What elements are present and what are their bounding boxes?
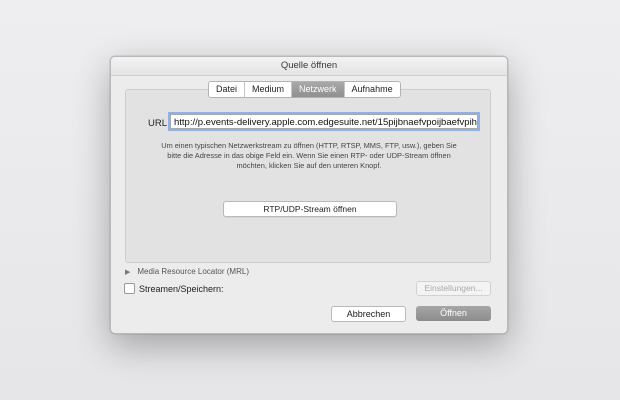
window-title: Quelle öffnen [111,57,507,76]
tab-datei[interactable]: Datei [209,82,246,97]
mrl-disclosure[interactable]: ▶ Media Resource Locator (MRL) [125,267,249,276]
tab-netzwerk[interactable]: Netzwerk [292,82,345,97]
url-input[interactable]: http://p.events-delivery.apple.com.edges… [170,114,478,129]
tab-medium[interactable]: Medium [245,82,293,97]
help-text-line-1: Um einen typischen Netzwerkstream zu öff… [161,141,457,150]
help-text-line-3: möchten, klicken Sie auf den unteren Kno… [236,161,382,170]
stream-save-row: Streamen/Speichern: [124,283,224,294]
url-label: URL [148,118,168,129]
tab-bar: Datei Medium Netzwerk Aufnahme [208,81,401,98]
cancel-button[interactable]: Abbrechen [331,306,406,322]
tab-aufnahme[interactable]: Aufnahme [344,82,400,97]
network-panel: URL http://p.events-delivery.apple.com.e… [125,89,491,263]
help-text-line-2: bitte die Adresse in das obige Feld ein.… [167,151,451,160]
help-text: Um einen typischen Netzwerkstream zu öff… [144,141,474,171]
rtp-udp-stream-button[interactable]: RTP/UDP-Stream öffnen [223,201,397,217]
open-button[interactable]: Öffnen [416,306,491,321]
open-source-dialog: Quelle öffnen Datei Medium Netzwerk Aufn… [110,56,508,334]
settings-button[interactable]: Einstellungen... [416,281,491,296]
stream-save-checkbox[interactable] [124,283,135,294]
mrl-label: Media Resource Locator (MRL) [137,267,249,276]
stream-save-label: Streamen/Speichern: [139,283,224,294]
disclosure-triangle-icon[interactable]: ▶ [125,268,130,276]
